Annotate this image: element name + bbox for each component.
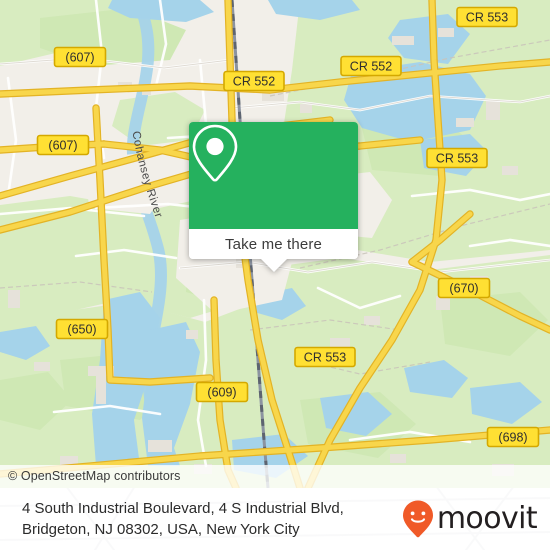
address-line-2: Bridgeton, NJ 08302, USA, New York City bbox=[22, 521, 300, 538]
address-text: 4 South Industrial Boulevard, 4 S Indust… bbox=[22, 498, 344, 540]
road-shield-label: (607) bbox=[65, 50, 94, 64]
location-popup[interactable]: Take me there bbox=[189, 122, 358, 272]
road-shield-label: (607) bbox=[48, 138, 77, 152]
road-shield-label: (698) bbox=[498, 430, 527, 444]
road-shield-label: CR 553 bbox=[304, 350, 346, 364]
map-attribution[interactable]: © OpenStreetMap contributors bbox=[0, 465, 550, 488]
road-shield: CR 552 bbox=[340, 55, 402, 77]
road-shield: (650) bbox=[55, 318, 109, 340]
popup-tail bbox=[260, 259, 287, 272]
address-line-1: 4 South Industrial Boulevard, 4 S Indust… bbox=[22, 500, 344, 517]
road-shield: (607) bbox=[36, 134, 90, 156]
map-pin-icon bbox=[192, 124, 238, 182]
road-shield: CR 553 bbox=[426, 147, 488, 169]
road-shield-label: CR 552 bbox=[233, 74, 275, 88]
road-shield: (607) bbox=[53, 46, 107, 68]
road-shield-label: CR 553 bbox=[466, 10, 508, 24]
road-shield-label: (670) bbox=[449, 281, 478, 295]
road-shield: (609) bbox=[195, 381, 249, 403]
popup-header bbox=[189, 122, 358, 229]
road-shield-label: (650) bbox=[67, 322, 96, 336]
map-canvas[interactable]: Cohansey River (607) (607) CR 552 CR 552 CR … bbox=[0, 0, 550, 488]
road-shield: (698) bbox=[486, 426, 540, 448]
footer-bar: 4 South Industrial Boulevard, 4 S Indust… bbox=[0, 488, 550, 550]
take-me-there-button[interactable]: Take me there bbox=[189, 229, 358, 259]
map-screenshot: Cohansey River (607) (607) CR 552 CR 552 CR … bbox=[0, 0, 550, 550]
moovit-pin-icon bbox=[402, 500, 433, 538]
road-shield-label: CR 552 bbox=[350, 59, 392, 73]
popup-body: Take me there bbox=[189, 122, 358, 259]
moovit-wordmark: moovit bbox=[436, 501, 538, 536]
road-shield: CR 553 bbox=[294, 346, 356, 368]
road-shield: CR 552 bbox=[223, 70, 285, 92]
road-shield: (670) bbox=[437, 277, 491, 299]
road-shield-label: (609) bbox=[207, 385, 236, 399]
road-shield-label: CR 553 bbox=[436, 151, 478, 165]
moovit-logo[interactable]: moovit bbox=[401, 499, 538, 539]
road-shield: CR 553 bbox=[456, 6, 518, 28]
